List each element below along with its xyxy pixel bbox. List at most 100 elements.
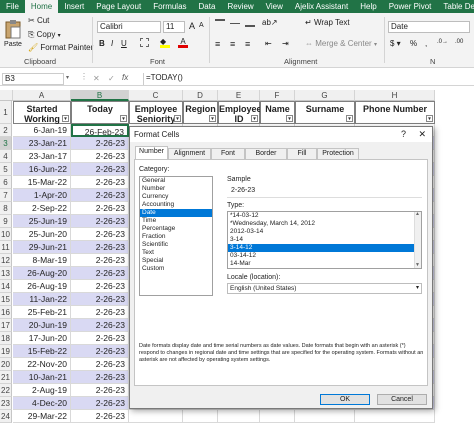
- row-header-11[interactable]: 11: [0, 241, 12, 254]
- cell-started-working[interactable]: 29-Jun-21: [13, 241, 71, 254]
- decrease-decimal-icon[interactable]: .00: [455, 39, 463, 45]
- category-item[interactable]: General: [140, 177, 212, 185]
- header-cell-a[interactable]: Started Working ▾: [13, 101, 71, 124]
- column-header-a[interactable]: A: [13, 90, 71, 101]
- ribbon-tab-help[interactable]: Help: [354, 0, 382, 13]
- cell-today[interactable]: 2-26-23: [71, 163, 129, 176]
- underline-button[interactable]: U: [121, 39, 127, 48]
- category-item[interactable]: Date: [140, 209, 212, 217]
- format-painter-button[interactable]: 🖌 Format Painter: [28, 43, 93, 52]
- cell-today[interactable]: 2-26-23: [71, 150, 129, 163]
- name-box[interactable]: B3: [2, 73, 64, 85]
- type-item[interactable]: *Wednesday, March 14, 2012: [228, 220, 421, 228]
- category-list[interactable]: General Number Currency Accounting Date Time P…: [139, 176, 213, 296]
- cell-today[interactable]: 2-26-23: [71, 319, 129, 332]
- filter-dropdown-icon[interactable]: ▾: [346, 115, 353, 122]
- ribbon-tab-data[interactable]: Data: [193, 0, 222, 13]
- dialog-tab-fill[interactable]: Fill: [287, 148, 317, 159]
- align-top-icon[interactable]: [215, 19, 225, 27]
- cell-today[interactable]: 2-26-23: [71, 228, 129, 241]
- fill-color-icon[interactable]: ◆: [160, 37, 170, 48]
- cell-started-working[interactable]: 20-Jun-19: [13, 319, 71, 332]
- ribbon-tab-ajelix-assistant[interactable]: Ajelix Assistant: [289, 0, 354, 13]
- filter-dropdown-icon[interactable]: ▾: [209, 115, 216, 122]
- borders-icon[interactable]: [140, 38, 149, 47]
- cell-started-working[interactable]: 1-Apr-20: [13, 189, 71, 202]
- row-header-2[interactable]: 2: [0, 124, 12, 137]
- cell-today[interactable]: 26-Feb-23: [71, 124, 129, 137]
- help-button[interactable]: ?: [401, 127, 406, 142]
- number-format-dropdown[interactable]: Date: [388, 21, 470, 33]
- column-header-c[interactable]: C: [129, 90, 183, 101]
- align-middle-icon[interactable]: [230, 23, 240, 24]
- category-item[interactable]: Percentage: [140, 225, 212, 233]
- enter-icon[interactable]: ✓: [108, 74, 115, 83]
- column-header-g[interactable]: G: [295, 90, 355, 101]
- row-header-9[interactable]: 9: [0, 215, 12, 228]
- category-item[interactable]: Time: [140, 217, 212, 225]
- align-center-icon[interactable]: ≡: [230, 39, 235, 49]
- ribbon-tab-home[interactable]: Home: [24, 0, 59, 13]
- header-cell-h[interactable]: Phone Number ▾: [355, 101, 435, 124]
- category-item[interactable]: Accounting: [140, 201, 212, 209]
- cell-today[interactable]: 2-26-23: [71, 332, 129, 345]
- italic-button[interactable]: I: [111, 39, 113, 48]
- cell-started-working[interactable]: 25-Jun-20: [13, 228, 71, 241]
- row-header-18[interactable]: 18: [0, 332, 12, 345]
- cell-today[interactable]: 2-26-23: [71, 176, 129, 189]
- cell-today[interactable]: 2-26-23: [71, 241, 129, 254]
- row-header-5[interactable]: 5: [0, 163, 12, 176]
- column-header-f[interactable]: F: [260, 90, 295, 101]
- filter-dropdown-icon[interactable]: ▾: [62, 115, 69, 122]
- cell-started-working[interactable]: 16-Jun-22: [13, 163, 71, 176]
- cancel-button[interactable]: Cancel: [377, 394, 427, 405]
- cell-today[interactable]: 2-26-23: [71, 384, 129, 397]
- row-header-21[interactable]: 21: [0, 371, 12, 384]
- cell-started-working[interactable]: 2-Aug-19: [13, 384, 71, 397]
- ribbon-tab-page-layout[interactable]: Page Layout: [90, 0, 147, 13]
- cell-today[interactable]: 2-26-23: [71, 189, 129, 202]
- header-cell-f[interactable]: Name ▾: [260, 101, 295, 124]
- cell-today[interactable]: 2-26-23: [71, 345, 129, 358]
- dialog-tab-protection[interactable]: Protection: [317, 148, 359, 159]
- cut-button[interactable]: ✂ Cut: [28, 16, 49, 25]
- type-list-scrollbar[interactable]: [414, 212, 421, 268]
- ribbon-tab-view[interactable]: View: [260, 0, 289, 13]
- cell-started-working[interactable]: 15-Feb-22: [13, 345, 71, 358]
- row-header-6[interactable]: 6: [0, 176, 12, 189]
- header-cell-d[interactable]: Region ▾: [183, 101, 218, 124]
- ok-button[interactable]: OK: [320, 394, 370, 405]
- type-item[interactable]: 03-14-12: [228, 252, 421, 260]
- cell-today[interactable]: 2-26-23: [71, 306, 129, 319]
- row-header-16[interactable]: 16: [0, 306, 12, 319]
- filter-dropdown-icon[interactable]: ▾: [174, 115, 181, 122]
- cell-today[interactable]: 2-26-23: [71, 215, 129, 228]
- category-item[interactable]: Currency: [140, 193, 212, 201]
- paste-button[interactable]: Paste: [3, 19, 23, 51]
- category-item[interactable]: Number: [140, 185, 212, 193]
- align-left-icon[interactable]: ≡: [215, 39, 220, 49]
- row-header-10[interactable]: 10: [0, 228, 12, 241]
- cell-started-working[interactable]: 17-Jun-20: [13, 332, 71, 345]
- dialog-tab-alignment[interactable]: Alignment: [168, 148, 211, 159]
- cell-today[interactable]: 2-26-23: [71, 293, 129, 306]
- type-item[interactable]: 2012-03-14: [228, 228, 421, 236]
- type-list[interactable]: *14-03-12 *Wednesday, March 14, 2012 2012-…: [227, 211, 422, 269]
- cell-today[interactable]: 2-26-23: [71, 397, 129, 410]
- category-item[interactable]: Custom: [140, 265, 212, 273]
- cell-today[interactable]: 2-26-23: [71, 202, 129, 215]
- align-right-icon[interactable]: ≡: [245, 39, 250, 49]
- cell-started-working[interactable]: 11-Jan-22: [13, 293, 71, 306]
- column-header-e[interactable]: E: [218, 90, 260, 101]
- comma-style-button[interactable]: ,: [425, 39, 427, 48]
- percent-button[interactable]: %: [410, 39, 417, 48]
- increase-decimal-icon[interactable]: .0→: [437, 39, 448, 45]
- currency-button[interactable]: $ ▾: [390, 39, 401, 48]
- grow-font-button[interactable]: A: [189, 21, 195, 31]
- scroll-down-icon[interactable]: ▼: [415, 262, 420, 268]
- row-header-15[interactable]: 15: [0, 293, 12, 306]
- wrap-text-button[interactable]: ↵ Wrap Text: [305, 18, 350, 27]
- row-header-14[interactable]: 14: [0, 280, 12, 293]
- orientation-icon[interactable]: ab↗: [262, 18, 278, 27]
- column-header-h[interactable]: H: [355, 90, 435, 101]
